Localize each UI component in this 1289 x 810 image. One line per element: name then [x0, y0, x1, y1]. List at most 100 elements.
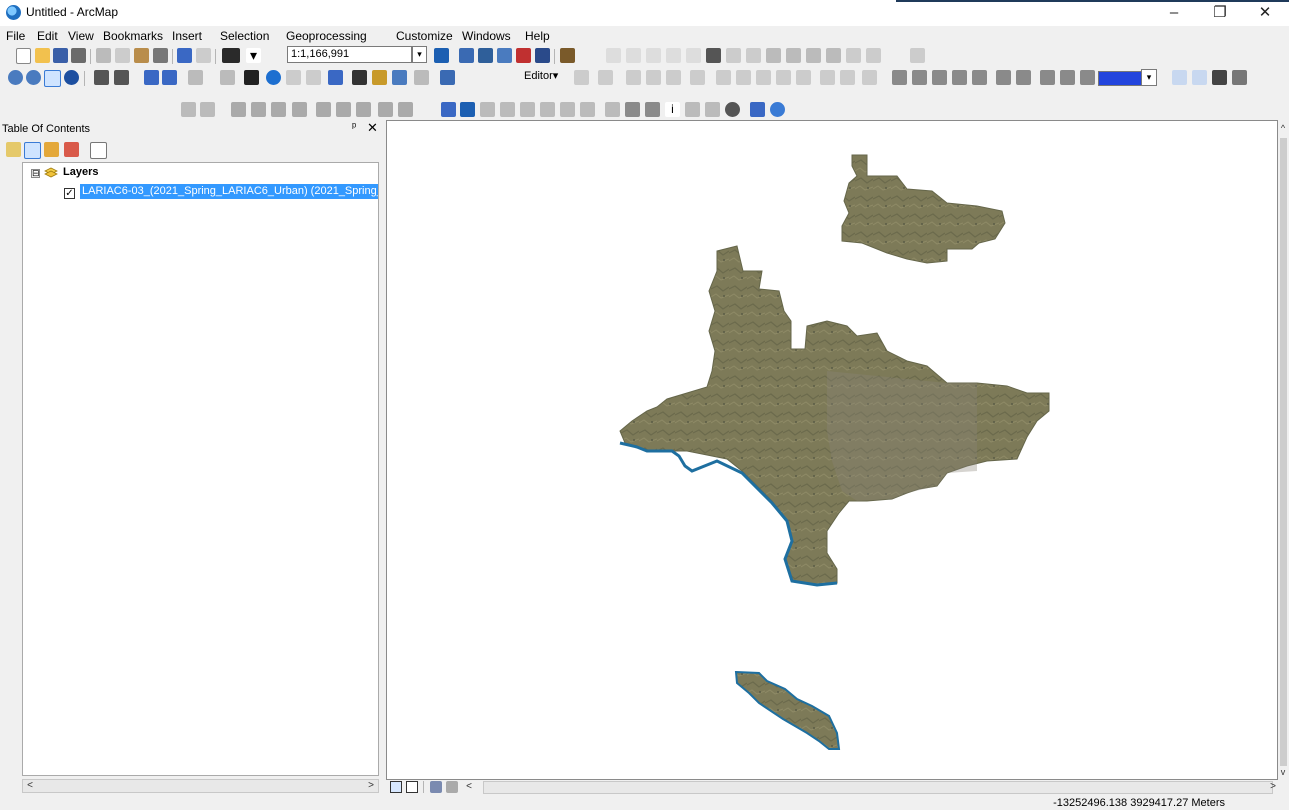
search-window-icon[interactable] — [497, 48, 512, 63]
paste-icon[interactable] — [134, 48, 149, 63]
map-horizontal-scrollbar[interactable] — [483, 781, 1273, 794]
list-by-visibility-icon[interactable] — [44, 142, 59, 157]
cut-polygon-icon[interactable] — [646, 48, 661, 63]
zoom-whole-page-icon[interactable] — [952, 70, 967, 85]
image-analysis-icon[interactable] — [750, 102, 765, 117]
georef-shift-icon[interactable] — [540, 102, 555, 117]
fill-color-swatch[interactable] — [1098, 71, 1142, 86]
add-data-icon[interactable] — [222, 48, 240, 63]
editor-toolbar-icon[interactable] — [434, 48, 449, 63]
label-weights-icon[interactable] — [251, 102, 266, 117]
layout-zoom-in-icon[interactable] — [892, 70, 907, 85]
toc-close-button[interactable]: ✕ — [367, 120, 378, 136]
data-driven-pages-icon[interactable] — [1232, 70, 1247, 85]
label-convert-icon[interactable] — [378, 102, 393, 117]
arc-segment-icon[interactable] — [646, 70, 661, 85]
zoom-in-icon[interactable] — [8, 70, 23, 85]
toc-options-icon[interactable] — [90, 142, 107, 159]
layout-zoom-out-icon[interactable] — [912, 70, 927, 85]
label-options-icon[interactable] — [336, 102, 351, 117]
record-icon[interactable] — [725, 102, 740, 117]
find-icon[interactable] — [352, 70, 367, 85]
zoom-100-icon[interactable] — [972, 70, 987, 85]
layers-root-label[interactable]: Layers — [63, 166, 98, 178]
menu-customize[interactable]: Customize — [396, 29, 453, 43]
map-scroll-right-icon[interactable]: > — [1266, 781, 1280, 793]
pause-labeling-icon[interactable] — [292, 102, 307, 117]
menu-insert[interactable]: Insert — [172, 29, 202, 43]
search-icon[interactable] — [685, 102, 700, 117]
select-editor-icon[interactable] — [460, 102, 475, 117]
save-icon[interactable] — [53, 48, 68, 63]
georef-table-icon[interactable] — [580, 102, 595, 117]
change-layout-icon[interactable] — [1212, 70, 1227, 85]
pause-drawing-icon[interactable] — [446, 781, 458, 793]
pan-icon[interactable] — [44, 70, 61, 87]
copy-icon[interactable] — [115, 48, 130, 63]
georef-icon[interactable] — [766, 48, 781, 63]
scroll-left-icon[interactable]: < — [23, 780, 37, 792]
fill-color-dropdown-icon[interactable]: ▾ — [1141, 69, 1157, 86]
html-popup-icon[interactable] — [306, 70, 321, 85]
scroll-up-icon[interactable]: ^ — [1276, 122, 1289, 134]
attributes-icon[interactable] — [706, 48, 721, 63]
map-display[interactable] — [386, 120, 1278, 780]
help-icon[interactable] — [770, 102, 785, 117]
identify-icon[interactable] — [266, 70, 281, 85]
sketch-properties-icon[interactable] — [726, 48, 741, 63]
editor-menu-button[interactable]: Editor▾ — [524, 69, 558, 82]
hyperlink-icon[interactable] — [286, 70, 301, 85]
rotate-tool-icon[interactable] — [796, 70, 811, 85]
select-elements-icon[interactable] — [244, 70, 259, 85]
menu-geoprocessing[interactable]: Geoprocessing — [286, 29, 367, 43]
fixed-zoom-out-layout-icon[interactable] — [1016, 70, 1031, 85]
back-extent-icon[interactable] — [144, 70, 159, 85]
georef-link-icon[interactable] — [560, 102, 575, 117]
view-unplaced-icon[interactable] — [316, 102, 331, 117]
layer-name-selected[interactable]: LARIAC6-03_(2021_Spring_LARIAC6_Urban) (… — [80, 184, 378, 199]
table-of-contents-icon[interactable] — [459, 48, 474, 63]
menu-selection[interactable]: Selection — [220, 29, 269, 43]
fixed-zoom-in-layout-icon[interactable] — [996, 70, 1011, 85]
reshape-icon[interactable] — [626, 48, 641, 63]
pin-icon[interactable]: ᵖ — [352, 121, 356, 133]
3d-icon[interactable] — [645, 102, 660, 117]
new-document-icon[interactable] — [16, 48, 31, 64]
map-canvas[interactable] — [387, 121, 1278, 780]
label-manager-icon[interactable] — [231, 102, 246, 117]
measure-icon[interactable] — [328, 70, 343, 85]
create-viewer-icon[interactable] — [440, 70, 455, 85]
layer-icon[interactable] — [846, 48, 861, 63]
back-extent-layout-icon[interactable] — [1040, 70, 1055, 85]
label-priority-icon[interactable] — [398, 102, 413, 117]
minimize-button[interactable]: – — [1154, 3, 1194, 23]
maximize-button[interactable]: ❐ — [1200, 3, 1240, 23]
menu-help[interactable]: Help — [525, 29, 550, 43]
control-points-icon[interactable] — [786, 48, 801, 63]
list-by-source-icon[interactable] — [24, 142, 41, 159]
edit-annotation-icon[interactable] — [598, 70, 613, 85]
reshape-feature-icon[interactable] — [736, 70, 751, 85]
cut-polygons-tool-icon[interactable] — [756, 70, 771, 85]
menu-file[interactable]: File — [6, 29, 25, 43]
create-features-icon[interactable] — [746, 48, 761, 63]
edit-tool-icon[interactable] — [574, 70, 589, 85]
python-window-icon[interactable] — [535, 48, 550, 63]
map-scale-input[interactable]: 1:1,166,991 — [287, 46, 412, 63]
full-extent-icon[interactable] — [64, 70, 79, 85]
no-data-icon[interactable] — [910, 48, 925, 63]
cut-icon[interactable] — [96, 48, 111, 63]
delete-icon[interactable] — [153, 48, 168, 63]
info-icon[interactable]: i — [665, 102, 680, 117]
create-features-2-icon[interactable] — [862, 70, 877, 85]
label-style-icon[interactable] — [356, 102, 371, 117]
layout-view-icon[interactable] — [406, 781, 418, 793]
menu-bookmarks[interactable]: Bookmarks — [103, 29, 163, 43]
menu-view[interactable]: View — [68, 29, 94, 43]
sketch-props-2-icon[interactable] — [840, 70, 855, 85]
georef-scale-icon[interactable] — [520, 102, 535, 117]
fixed-zoom-out-icon[interactable] — [114, 70, 129, 85]
georef-pan-icon[interactable] — [480, 102, 495, 117]
arctoolbox-icon[interactable] — [516, 48, 531, 63]
map-scale-dropdown-icon[interactable]: ▾ — [412, 46, 427, 63]
